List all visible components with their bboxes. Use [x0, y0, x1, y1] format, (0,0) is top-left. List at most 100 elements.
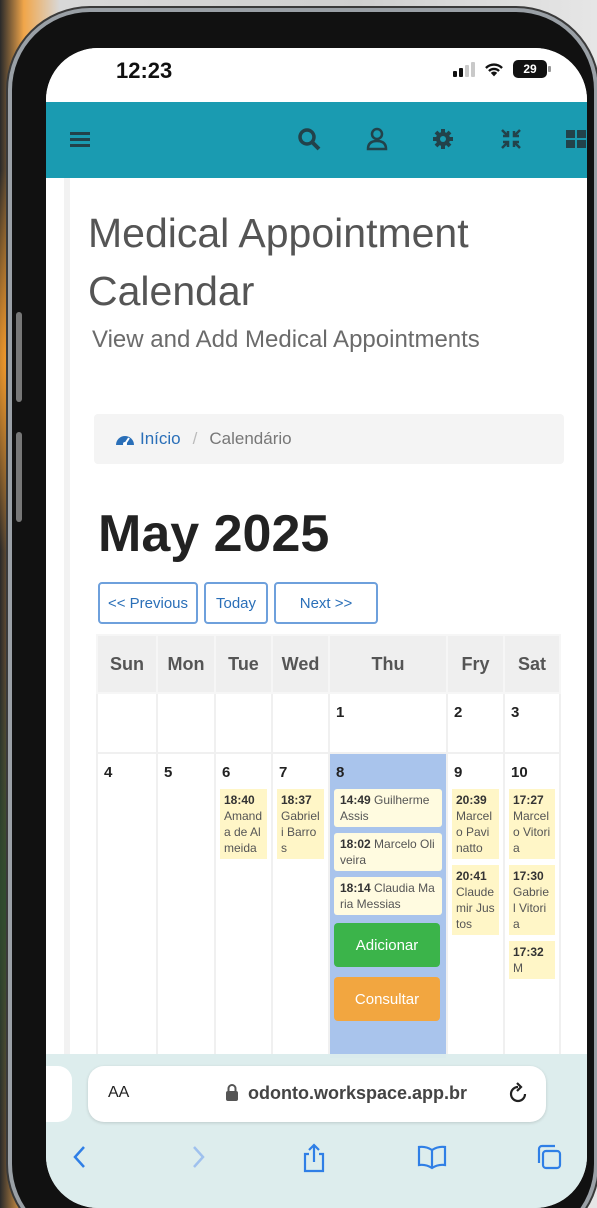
day-cell[interactable]: 1	[328, 692, 448, 754]
appointment-time: 18:02	[340, 837, 371, 851]
day-cell[interactable]: 4	[96, 752, 158, 1058]
tabs-icon[interactable]	[534, 1142, 564, 1172]
phone-frame: 12:23 29 Medical Appointment Calendar Vi…	[12, 12, 594, 1208]
appointment-time: 17:27	[513, 793, 544, 807]
next-button[interactable]: Next >>	[274, 582, 378, 624]
grid-icon[interactable]	[562, 124, 587, 154]
appointment-item[interactable]: 17:27 Marcelo Vitoria	[509, 789, 555, 859]
day-number: 9	[454, 764, 463, 781]
search-icon[interactable]	[294, 124, 324, 154]
weekday-header: Thu	[328, 634, 448, 694]
today-button[interactable]: Today	[204, 582, 268, 624]
appointment-patient: Marcelo Vitoria	[513, 809, 551, 855]
week-row: 1 2 3	[96, 692, 561, 754]
browser-bottom-bar: AA odonto.workspace.app.br	[46, 1054, 587, 1208]
day-cell-today[interactable]: 8 14:49 Guilherme Assis 18:02 Marcelo Ol…	[328, 752, 448, 1058]
breadcrumb-current: Calendário	[209, 429, 292, 448]
bookmarks-icon[interactable]	[416, 1142, 448, 1170]
add-appointment-button[interactable]: Adicionar	[334, 923, 440, 967]
breadcrumb-home-label: Início	[140, 429, 181, 448]
page-subtitle: View and Add Medical Appointments	[92, 326, 480, 353]
day-cell-empty	[271, 692, 330, 754]
url-text: odonto.workspace.app.br	[248, 1083, 468, 1103]
weekday-header: Wed	[271, 634, 330, 694]
back-icon[interactable]	[68, 1142, 92, 1172]
menu-icon[interactable]	[66, 124, 96, 154]
day-cell[interactable]: 5	[156, 752, 216, 1058]
week-row: 4 5 6 18:40 Amanda de Almeida 7 18:37 Ga…	[96, 752, 561, 1058]
day-cell[interactable]: 10 17:27 Marcelo Vitoria 17:30 Gabriel V…	[503, 752, 561, 1058]
appointment-patient: Marcelo Pavinatto	[456, 809, 493, 855]
day-number: 5	[164, 764, 173, 781]
user-icon[interactable]	[362, 124, 392, 154]
day-cell[interactable]: 3	[503, 692, 561, 754]
day-cell[interactable]: 6 18:40 Amanda de Almeida	[214, 752, 273, 1058]
appointment-item[interactable]: 20:39 Marcelo Pavinatto	[452, 789, 499, 859]
day-number: 6	[222, 764, 231, 781]
status-bar: 12:23 29	[46, 48, 587, 102]
compress-icon[interactable]	[496, 124, 526, 154]
browser-toolbar	[46, 1142, 587, 1182]
page-content: Medical Appointment Calendar View and Ad…	[46, 178, 587, 1058]
gear-icon[interactable]	[428, 124, 458, 154]
day-cell[interactable]: 7 18:37 Gabrieli Barros	[271, 752, 330, 1058]
wifi-icon	[485, 63, 503, 77]
appointment-item[interactable]: 14:49 Guilherme Assis	[334, 789, 442, 827]
appointment-patient: Claudemir Justos	[456, 885, 495, 931]
day-number: 7	[279, 764, 288, 781]
day-cell[interactable]: 2	[446, 692, 505, 754]
day-number: 8	[336, 764, 345, 781]
sidebar-rule	[64, 178, 70, 1058]
day-number: 2	[454, 704, 463, 721]
day-cell-empty	[214, 692, 273, 754]
appointment-item[interactable]: 18:37 Gabrieli Barros	[277, 789, 324, 859]
breadcrumb-home[interactable]: Início	[114, 429, 181, 449]
address-bar[interactable]: AA odonto.workspace.app.br	[88, 1066, 546, 1122]
volume-button	[16, 312, 22, 402]
appointment-time: 18:14	[340, 881, 371, 895]
previous-button[interactable]: << Previous	[98, 582, 198, 624]
weekday-header: Mon	[156, 634, 216, 694]
calendar-grid: Sun Mon Tue Wed Thu Fry Sat 1 2 3 4 5 6 …	[96, 634, 561, 1058]
appointment-item[interactable]: 18:40 Amanda de Almeida	[220, 789, 267, 859]
reload-icon[interactable]	[506, 1080, 530, 1106]
phone-screen: 12:23 29 Medical Appointment Calendar Vi…	[46, 48, 587, 1208]
appointment-item[interactable]: 17:30 Gabriel Vitoria	[509, 865, 555, 935]
appointment-patient: Gabriel Vitoria	[513, 885, 550, 931]
appointment-time: 17:30	[513, 869, 544, 883]
weekday-header: Tue	[214, 634, 273, 694]
consult-appointments-button[interactable]: Consultar	[334, 977, 440, 1021]
month-title: May 2025	[98, 505, 330, 563]
dashboard-icon	[116, 436, 134, 446]
forward-icon[interactable]	[186, 1142, 210, 1172]
weekday-header-row: Sun Mon Tue Wed Thu Fry Sat	[96, 634, 561, 694]
calendar-nav: << Previous Today Next >>	[98, 582, 378, 624]
day-cell-empty	[96, 692, 158, 754]
weekday-header: Fry	[446, 634, 505, 694]
day-number: 3	[511, 704, 520, 721]
day-number: 10	[511, 764, 528, 781]
appointment-item[interactable]: 18:14 Claudia Maria Messias	[334, 877, 442, 915]
appointment-item[interactable]: 17:32 M	[509, 941, 555, 979]
status-icons: 29	[453, 60, 551, 78]
appointment-time: 18:40	[224, 793, 255, 807]
lock-icon	[226, 1084, 238, 1101]
share-icon[interactable]	[300, 1142, 328, 1174]
appointment-patient: Amanda de Almeida	[224, 809, 263, 855]
reader-options-button[interactable]: AA	[108, 1084, 129, 1102]
appointment-patient: M	[513, 961, 523, 975]
appointment-time: 20:39	[456, 793, 487, 807]
page-title: Medical Appointment Calendar	[88, 210, 469, 314]
breadcrumb-separator: /	[192, 429, 198, 448]
day-cell[interactable]: 9 20:39 Marcelo Pavinatto 20:41 Claudemi…	[446, 752, 505, 1058]
appointment-item[interactable]: 18:02 Marcelo Oliveira	[334, 833, 442, 871]
appointment-time: 20:41	[456, 869, 487, 883]
day-number: 1	[336, 704, 345, 721]
appointment-patient: Gabrieli Barros	[281, 809, 320, 855]
previous-tab-stub[interactable]	[46, 1066, 72, 1122]
signal-icon	[453, 61, 475, 77]
status-time: 12:23	[116, 58, 173, 83]
appointment-item[interactable]: 20:41 Claudemir Justos	[452, 865, 499, 935]
day-cell-empty	[156, 692, 216, 754]
top-navbar	[46, 102, 587, 178]
